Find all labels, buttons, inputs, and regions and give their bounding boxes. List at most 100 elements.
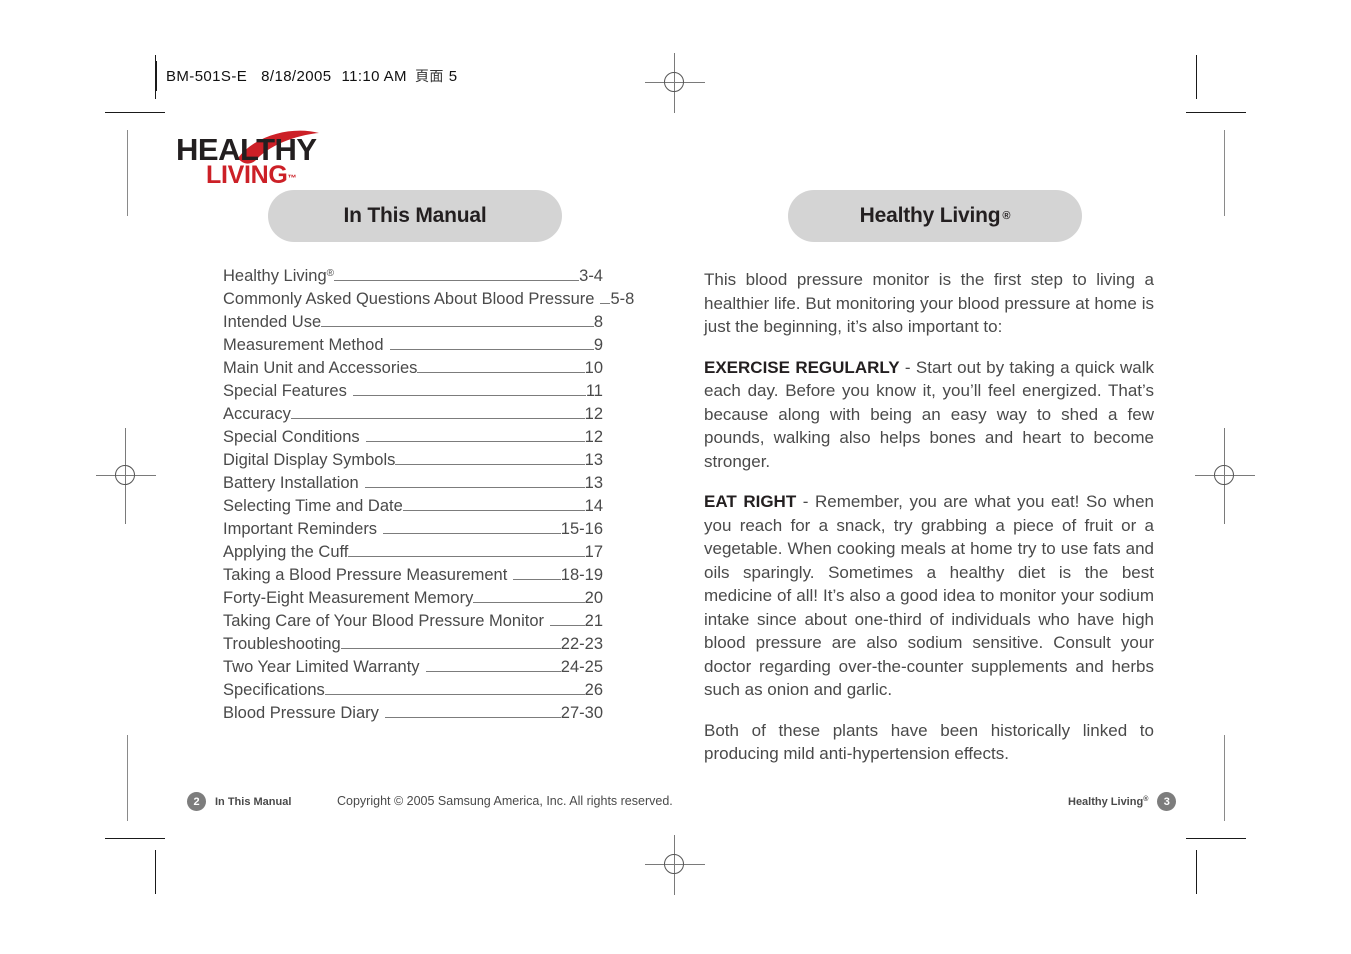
toc-row[interactable]: Two Year Limited Warranty 24-25	[223, 658, 603, 681]
crop-mark-top-right-horizontal	[1186, 112, 1246, 113]
toc-entry-title: Taking a Blood Pressure Measurement	[223, 566, 508, 584]
toc-row[interactable]: Intended Use 8	[223, 313, 603, 336]
toc-row[interactable]: Digital Display Symbols 13	[223, 451, 603, 474]
crop-mark-top-right-vertical	[1196, 55, 1197, 99]
section-title-in-this-manual: In This Manual	[268, 190, 562, 242]
toc-leader-line	[334, 270, 580, 281]
toc-row[interactable]: Accuracy 12	[223, 405, 603, 428]
toc-leader-line	[395, 454, 585, 465]
toc-entry-title: Special Features	[223, 382, 347, 400]
toc-entry-page: 8	[593, 313, 603, 331]
toc-row[interactable]: Blood Pressure Diary 27-30	[223, 704, 603, 727]
footer-section-label-left: In This Manual	[215, 795, 292, 808]
toc-entry-page: 13	[584, 474, 603, 492]
toc-entry-page: 20	[584, 589, 603, 607]
section-title-text: In This Manual	[343, 204, 487, 227]
paragraph-eat-right: EAT RIGHT - Remember, you are what you e…	[704, 490, 1154, 702]
toc-row[interactable]: Specifications 26	[223, 681, 603, 704]
file-info-page-number: 5	[448, 67, 458, 85]
toc-row[interactable]: Taking a Blood Pressure Measurement 18-19	[223, 566, 603, 589]
toc-leader-line	[513, 569, 561, 580]
footer-left-group: 2 In This Manual	[187, 792, 291, 811]
toc-row[interactable]: Forty-Eight Measurement Memory 20	[223, 589, 603, 612]
toc-entry-title: Digital Display Symbols	[223, 451, 396, 469]
toc-leader-line	[600, 293, 611, 304]
file-info-date: 8/18/2005	[261, 67, 332, 85]
paragraph-closing: Both of these plants have been historica…	[704, 720, 1154, 764]
footer-page-badge-left: 2	[187, 792, 206, 811]
toc-leader-line	[417, 362, 585, 373]
toc-entry-page: 17	[584, 543, 603, 561]
toc-row[interactable]: Applying the Cuff 17	[223, 543, 603, 566]
file-info-time: 11:10 AM	[341, 67, 407, 85]
crop-mark-top-left-horizontal	[105, 112, 165, 113]
crop-mark-bottom-right-horizontal	[1186, 838, 1246, 839]
toc-entry-title: Healthy Living®	[223, 267, 335, 285]
toc-leader-line	[384, 707, 561, 718]
toc-entry-title: Troubleshooting	[223, 635, 341, 653]
toc-row[interactable]: Battery Installation 13	[223, 474, 603, 497]
logo-text-living: LIVING™	[206, 161, 297, 189]
registration-mark-right-middle	[1195, 428, 1255, 524]
toc-leader-line	[389, 339, 594, 350]
file-info-page-label: 頁面	[414, 69, 444, 85]
toc-row[interactable]: Selecting Time and Date 14	[223, 497, 603, 520]
toc-leader-line	[324, 684, 585, 695]
toc-entry-page: 27-30	[560, 704, 603, 722]
footer-page-badge-right: 3	[1157, 792, 1177, 811]
toc-entry-title: Commonly Asked Questions About Blood Pre…	[223, 290, 595, 308]
paragraph-intro: This blood pressure monitor is the first…	[704, 270, 1154, 336]
lead-term-exercise: EXERCISE REGULARLY	[704, 357, 900, 377]
toc-entry-title: Accuracy	[223, 405, 291, 423]
toc-entry-title: Selecting Time and Date	[223, 497, 403, 515]
toc-entry-title: Taking Care of Your Blood Pressure Monit…	[223, 612, 545, 630]
toc-leader-line	[365, 431, 585, 442]
footer-copyright: Copyright © 2005 Samsung America, Inc. A…	[337, 794, 673, 808]
toc-row[interactable]: Main Unit and Accessories 10	[223, 359, 603, 382]
toc-entry-page: 24-25	[560, 658, 603, 676]
toc-entry-title: Measurement Method	[223, 336, 384, 354]
healthy-living-logo: HEALTHY LIVING™	[176, 130, 336, 189]
toc-row[interactable]: Commonly Asked Questions About Blood Pre…	[223, 290, 634, 313]
toc-entry-page: 13	[584, 451, 603, 469]
registered-trademark-icon: ®	[1143, 795, 1149, 803]
toc-leader-line	[340, 638, 561, 649]
toc-entry-page: 10	[584, 359, 603, 377]
toc-row[interactable]: Taking Care of Your Blood Pressure Monit…	[223, 612, 603, 635]
registration-mark-top-center	[645, 53, 705, 113]
toc-leader-line	[473, 592, 585, 603]
toc-leader-line	[550, 615, 585, 626]
toc-entry-title: Battery Installation	[223, 474, 359, 492]
paragraph-exercise-regularly: EXERCISE REGULARLY - Start out by taking…	[704, 356, 1154, 474]
toc-row[interactable]: Troubleshooting 22-23	[223, 635, 603, 658]
toc-entry-title: Blood Pressure Diary	[223, 704, 379, 722]
toc-entry-page: 9	[593, 336, 603, 354]
toc-entry-title: Special Conditions	[223, 428, 360, 446]
logo-trademark-symbol: ™	[287, 173, 297, 183]
crop-mark-bottom-right-vertical	[1196, 850, 1197, 894]
toc-entry-title: Applying the Cuff	[223, 543, 349, 561]
crop-mark-bottom-left-vertical	[155, 850, 156, 894]
toc-row[interactable]: Important Reminders 15-16	[223, 520, 603, 543]
toc-entry-page: 5-8	[610, 290, 635, 308]
footer-right-group: Healthy Living® 3	[1068, 792, 1177, 811]
toc-leader-line	[425, 661, 561, 672]
toc-entry-page: 12	[584, 405, 603, 423]
paragraph-eat-right-body: - Remember, you are what you eat! So whe…	[704, 492, 1154, 699]
toc-row[interactable]: Special Conditions 12	[223, 428, 603, 451]
toc-entry-title: Two Year Limited Warranty	[223, 658, 420, 676]
toc-leader-line	[383, 523, 561, 534]
toc-row[interactable]: Special Features 11	[223, 382, 603, 405]
toc-leader-line	[402, 500, 585, 511]
section-title-text: Healthy Living	[859, 204, 1001, 227]
section-title-healthy-living: Healthy Living ®	[788, 190, 1082, 242]
registration-mark-left-middle	[96, 428, 156, 524]
lead-term-eat-right: EAT RIGHT	[704, 492, 797, 511]
toc-entry-title: Main Unit and Accessories	[223, 359, 418, 377]
page-gutter-line-left	[127, 130, 128, 216]
toc-row[interactable]: Healthy Living® 3-4	[223, 267, 603, 290]
file-info-document: BM-501S-E	[166, 67, 248, 85]
toc-entry-page: 26	[584, 681, 603, 699]
toc-row[interactable]: Measurement Method 9	[223, 336, 603, 359]
toc-entry-title: Forty-Eight Measurement Memory	[223, 589, 474, 607]
